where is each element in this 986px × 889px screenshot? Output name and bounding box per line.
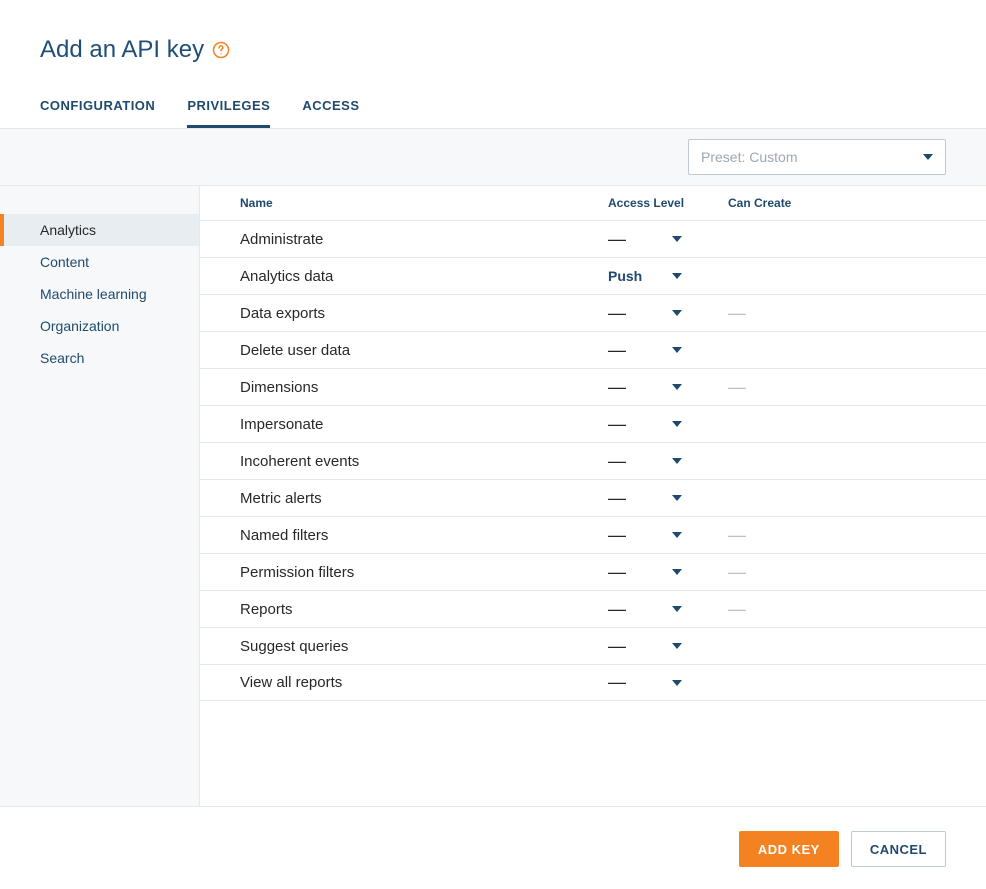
col-header-name: Name [240, 196, 608, 210]
privilege-name: Data exports [240, 305, 608, 322]
table-header: Name Access Level Can Create [200, 186, 986, 220]
access-level-select[interactable]: — [608, 562, 728, 583]
table-row: Named filters—— [200, 516, 986, 553]
preset-label: Preset: Custom [701, 149, 797, 165]
privilege-name: Named filters [240, 527, 608, 544]
privilege-name: Permission filters [240, 564, 608, 581]
table-row: Metric alerts— [200, 479, 986, 516]
access-level-value: — [608, 525, 642, 546]
add-key-button[interactable]: ADD KEY [739, 831, 839, 867]
table-row: Delete user data— [200, 331, 986, 368]
access-level-select[interactable]: — [608, 229, 728, 250]
page-title: Add an API key [40, 36, 946, 64]
access-level-value: — [608, 488, 642, 509]
access-level-select[interactable]: — [608, 488, 728, 509]
page-title-text: Add an API key [40, 36, 204, 64]
sidebar-item-search[interactable]: Search [0, 342, 199, 374]
chevron-down-icon [923, 154, 933, 160]
access-level-value: — [608, 303, 642, 324]
table-body: Administrate—Analytics dataPushData expo… [200, 220, 986, 701]
access-level-select[interactable]: — [608, 377, 728, 398]
table-row: Dimensions—— [200, 368, 986, 405]
table-row: Data exports—— [200, 294, 986, 331]
table-row: View all reports— [200, 664, 986, 701]
chevron-down-icon [672, 236, 682, 242]
privilege-name: Incoherent events [240, 453, 608, 470]
can-create-value: — [728, 377, 818, 398]
chevron-down-icon [672, 643, 682, 649]
access-level-select[interactable]: — [608, 451, 728, 472]
access-level-value: — [608, 672, 642, 693]
privilege-name: Reports [240, 601, 608, 618]
col-header-create: Can Create [728, 196, 818, 210]
privilege-name: Delete user data [240, 342, 608, 359]
access-level-select[interactable]: — [608, 303, 728, 324]
chevron-down-icon [672, 273, 682, 279]
table-row: Analytics dataPush [200, 257, 986, 294]
chevron-down-icon [672, 569, 682, 575]
privilege-name: Analytics data [240, 268, 608, 285]
access-level-select[interactable]: — [608, 636, 728, 657]
access-level-select[interactable]: — [608, 340, 728, 361]
access-level-select[interactable]: Push [608, 268, 728, 284]
access-level-value: — [608, 599, 642, 620]
sidebar-item-machine-learning[interactable]: Machine learning [0, 278, 199, 310]
chevron-down-icon [672, 606, 682, 612]
access-level-value: Push [608, 268, 642, 284]
chevron-down-icon [672, 384, 682, 390]
access-level-select[interactable]: — [608, 672, 728, 693]
col-header-access: Access Level [608, 196, 728, 210]
main: AnalyticsContentMachine learningOrganiza… [0, 186, 986, 807]
content: Name Access Level Can Create Administrat… [200, 186, 986, 806]
page-header: Add an API key [0, 0, 986, 88]
sidebar: AnalyticsContentMachine learningOrganiza… [0, 186, 200, 806]
tab-privileges[interactable]: PRIVILEGES [187, 88, 270, 128]
can-create-value: — [728, 562, 818, 583]
privilege-name: Dimensions [240, 379, 608, 396]
access-level-value: — [608, 377, 642, 398]
access-level-value: — [608, 229, 642, 250]
privilege-name: View all reports [240, 674, 608, 691]
chevron-down-icon [672, 532, 682, 538]
access-level-value: — [608, 340, 642, 361]
sidebar-item-organization[interactable]: Organization [0, 310, 199, 342]
sidebar-item-analytics[interactable]: Analytics [0, 214, 199, 246]
access-level-value: — [608, 414, 642, 435]
chevron-down-icon [672, 421, 682, 427]
privilege-name: Administrate [240, 231, 608, 248]
footer: ADD KEY CANCEL [0, 807, 986, 867]
chevron-down-icon [672, 495, 682, 501]
preset-bar: Preset: Custom [0, 129, 986, 186]
chevron-down-icon [672, 347, 682, 353]
access-level-value: — [608, 451, 642, 472]
chevron-down-icon [672, 310, 682, 316]
table-row: Administrate— [200, 220, 986, 257]
preset-select[interactable]: Preset: Custom [688, 139, 946, 175]
chevron-down-icon [672, 458, 682, 464]
privilege-name: Impersonate [240, 416, 608, 433]
table-row: Impersonate— [200, 405, 986, 442]
help-icon[interactable] [212, 41, 230, 59]
access-level-value: — [608, 636, 642, 657]
sidebar-item-content[interactable]: Content [0, 246, 199, 278]
can-create-value: — [728, 599, 818, 620]
tab-access[interactable]: ACCESS [302, 88, 359, 128]
chevron-down-icon [672, 680, 682, 686]
privilege-name: Suggest queries [240, 638, 608, 655]
can-create-value: — [728, 303, 818, 324]
access-level-select[interactable]: — [608, 525, 728, 546]
access-level-select[interactable]: — [608, 599, 728, 620]
cancel-button[interactable]: CANCEL [851, 831, 946, 867]
privilege-name: Metric alerts [240, 490, 608, 507]
access-level-value: — [608, 562, 642, 583]
table-row: Permission filters—— [200, 553, 986, 590]
table-row: Suggest queries— [200, 627, 986, 664]
tabs: CONFIGURATION PRIVILEGES ACCESS [0, 88, 986, 129]
can-create-value: — [728, 525, 818, 546]
access-level-select[interactable]: — [608, 414, 728, 435]
table-row: Reports—— [200, 590, 986, 627]
table-row: Incoherent events— [200, 442, 986, 479]
tab-configuration[interactable]: CONFIGURATION [40, 88, 155, 128]
